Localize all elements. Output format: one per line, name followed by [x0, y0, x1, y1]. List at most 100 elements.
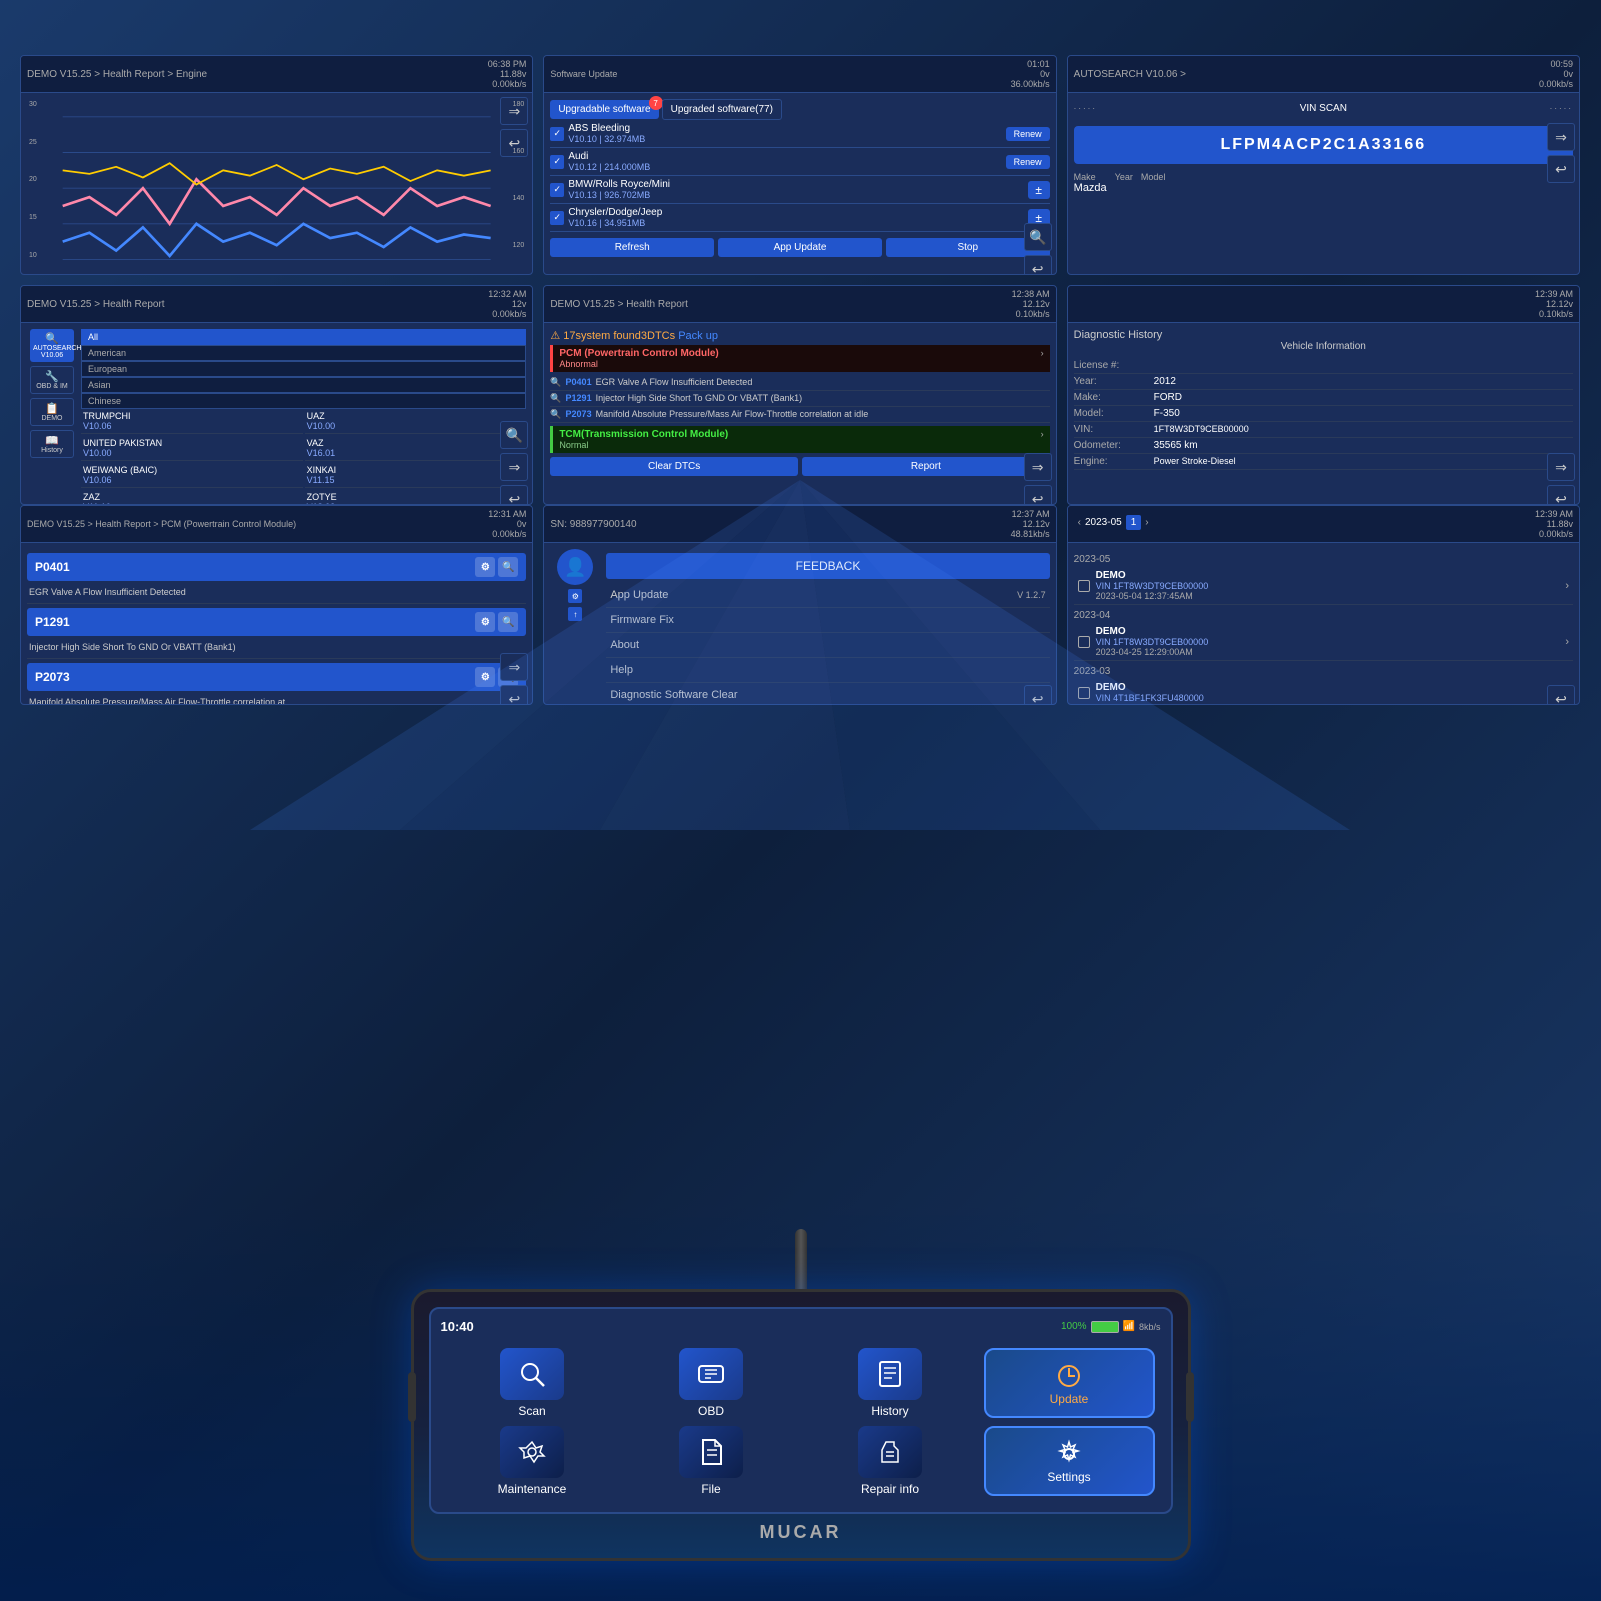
tcm-module: TCM(Transmission Control Module) › Norma…	[550, 426, 1049, 453]
panel6-nav: ⇒ ↩	[1547, 453, 1575, 505]
obd-icon[interactable]: 🔧 OBD & IM	[30, 366, 74, 394]
scan-label: Scan	[518, 1404, 545, 1418]
app-settings[interactable]: Settings	[984, 1426, 1155, 1496]
panel2-back-btn[interactable]: ↩	[1024, 255, 1052, 275]
chrysler-info: Chrysler/Dodge/Jeep V10.16 | 34.951MB	[568, 207, 1027, 228]
panel-dtc-title: DEMO V15.25 > Health Report	[550, 299, 688, 310]
hist-arrow-1: ›	[1565, 580, 1569, 592]
audi-renew-btn[interactable]: Renew	[1006, 155, 1050, 169]
app-maintenance[interactable]: Maintenance	[447, 1426, 618, 1496]
abs-info: ABS Bleeding V10.10 | 32.974MB	[568, 123, 1005, 144]
hist-arrow-2: ›	[1565, 636, 1569, 648]
make-field: Make Mazda	[1074, 172, 1107, 194]
device-left-btn[interactable]	[408, 1372, 416, 1422]
app-update[interactable]: Update	[984, 1348, 1155, 1418]
device-speed: 8kb/s	[1139, 1322, 1161, 1332]
hist-odometer: Odometer: 35565 km	[1074, 438, 1573, 454]
obd-app-icon	[679, 1348, 743, 1400]
panel-dtc-header: DEMO V15.25 > Health Report 12:38 AM 12.…	[544, 286, 1055, 323]
battery-bar	[1091, 1321, 1119, 1333]
update-label: Update	[1050, 1392, 1089, 1406]
panel-diag-history-header: 12:39 AM 12.12v 0.10kb/s	[1068, 286, 1579, 323]
chrysler-checkbox[interactable]: ✓	[550, 211, 564, 225]
panel-vehicle-header: DEMO V15.25 > Health Report 12:32 AM 12v…	[21, 286, 532, 323]
panel-diag-history: 12:39 AM 12.12v 0.10kb/s Diagnostic Hist…	[1067, 285, 1580, 505]
upgraded-tab[interactable]: Upgraded software(77)	[662, 99, 782, 120]
light-beams	[250, 480, 1350, 830]
app-history[interactable]: History	[805, 1348, 976, 1418]
hist-back-btn[interactable]: ↩	[1547, 685, 1575, 705]
panel4-search-btn[interactable]: 🔍	[500, 421, 528, 449]
vehicle-uaz[interactable]: UAZV10.00	[305, 409, 527, 434]
autosearch-icon[interactable]: 🔍 AUTOSEARCH V10.06	[30, 329, 74, 362]
obd-label: OBD	[698, 1404, 724, 1418]
audi-checkbox[interactable]: ✓	[550, 155, 564, 169]
maintenance-label: Maintenance	[498, 1482, 567, 1496]
model-field: Model	[1141, 172, 1166, 194]
pcm-module: PCM (Powertrain Control Module) › Abnorm…	[550, 345, 1049, 372]
abs-renew-btn[interactable]: Renew	[1006, 127, 1050, 141]
filter-tabs: All American European Asian Chinese	[81, 329, 526, 409]
vehicle-vaz[interactable]: VAZV16.01	[305, 436, 527, 461]
app-repair[interactable]: Repair info	[805, 1426, 976, 1496]
filter-all[interactable]: All	[81, 329, 526, 345]
panel3-forward-btn[interactable]: ⇒	[1547, 123, 1575, 151]
year-field: Year	[1115, 172, 1133, 194]
software-actions: Refresh App Update Stop	[550, 238, 1049, 257]
bmw-plus-btn[interactable]: ±	[1028, 181, 1050, 199]
software-item-chrysler: ✓ Chrysler/Dodge/Jeep V10.16 | 34.951MB …	[550, 204, 1049, 232]
refresh-btn[interactable]: Refresh	[550, 238, 714, 257]
bmw-checkbox[interactable]: ✓	[550, 183, 564, 197]
history-side-icon[interactable]: 📖 History	[30, 430, 74, 458]
vehicle-trumpchi[interactable]: TRUMPCHIV10.06	[81, 409, 303, 434]
panel-vehicle-title: DEMO V15.25 > Health Report	[27, 299, 165, 310]
filter-asian[interactable]: Asian	[81, 377, 526, 393]
vehicle-united-pakistan[interactable]: UNITED PAKISTANV10.00	[81, 436, 303, 461]
panel6-back-btn[interactable]: ↩	[1547, 485, 1575, 505]
vehicle-info-title: Vehicle Information	[1074, 341, 1573, 352]
device-brand: MUCAR	[429, 1522, 1173, 1543]
panel4-forward-btn[interactable]: ⇒	[500, 453, 528, 481]
pack-up-btn[interactable]: Pack up	[678, 330, 718, 342]
panel-software-title: Software Update	[550, 69, 617, 79]
panels-grid: DEMO V15.25 > Health Report > Engine 06:…	[20, 55, 1580, 505]
filter-european[interactable]: European	[81, 361, 526, 377]
filter-american[interactable]: American	[81, 345, 526, 361]
app-file[interactable]: File	[626, 1426, 797, 1496]
panel-engine-content: 30252015105 180160140120100	[21, 93, 532, 275]
panel-history-status: 12:39 AM 11.88v 0.00kb/s	[1535, 509, 1573, 539]
panel-dtc-content: ⚠ 17system found3DTCs Pack up PCM (Power…	[544, 323, 1055, 505]
app-update-btn[interactable]: App Update	[718, 238, 882, 257]
device-time: 10:40	[441, 1319, 474, 1334]
software-item-audi: ✓ Audi V10.12 | 214.000MB Renew	[550, 148, 1049, 176]
app-scan[interactable]: Scan	[447, 1348, 618, 1418]
abs-checkbox[interactable]: ✓	[550, 127, 564, 141]
demo-icon[interactable]: 📋 DEMO	[30, 398, 74, 426]
hist-model: Model: F-350	[1074, 406, 1573, 422]
software-tabs: Upgradable software 7 Upgraded software(…	[550, 99, 1049, 120]
hist-engine: Engine: Power Stroke-Diesel	[1074, 454, 1573, 470]
panel6-forward-btn[interactable]: ⇒	[1547, 453, 1575, 481]
app-obd[interactable]: OBD	[626, 1348, 797, 1418]
panel-software-header: Software Update 01:01 0v 36.00kb/s	[544, 56, 1055, 93]
wifi-icon: 📶	[1123, 1321, 1135, 1332]
panel5-forward-btn[interactable]: ⇒	[1024, 453, 1052, 481]
panel3-back-btn[interactable]: ↩	[1547, 155, 1575, 183]
panel-software-content: Upgradable software 7 Upgraded software(…	[544, 93, 1055, 275]
panel2-nav: 🔍 ↩	[1024, 223, 1052, 275]
vehicle-content-area: All American European Asian Chinese TRUM…	[81, 329, 526, 505]
panel-software: Software Update 01:01 0v 36.00kb/s Upgra…	[543, 55, 1056, 275]
engine-chart: 30252015105 180160140120100	[27, 99, 526, 275]
panel2-search-btn[interactable]: 🔍	[1024, 223, 1052, 251]
dtc-report-btn[interactable]: Report	[802, 457, 1050, 476]
panel-vin-content: ····· VIN SCAN ····· LFPM4ACP2C1A33166 M…	[1068, 93, 1579, 275]
device-right-btn[interactable]	[1186, 1372, 1194, 1422]
device-screen-header: 10:40 100% 📶 8kb/s	[441, 1319, 1161, 1334]
clear-dtcs-btn[interactable]: Clear DTCs	[550, 457, 798, 476]
panel-software-status: 01:01 0v 36.00kb/s	[1011, 59, 1050, 89]
upgradable-tab[interactable]: Upgradable software 7	[550, 100, 658, 119]
hist-license: License #:	[1074, 358, 1573, 374]
panel-engine-status: 06:38 PM 11.88v 0.00kb/s	[488, 59, 527, 89]
filter-chinese[interactable]: Chinese	[81, 393, 526, 409]
panel-vin-status: 00:59 0v 0.00kb/s	[1539, 59, 1573, 89]
